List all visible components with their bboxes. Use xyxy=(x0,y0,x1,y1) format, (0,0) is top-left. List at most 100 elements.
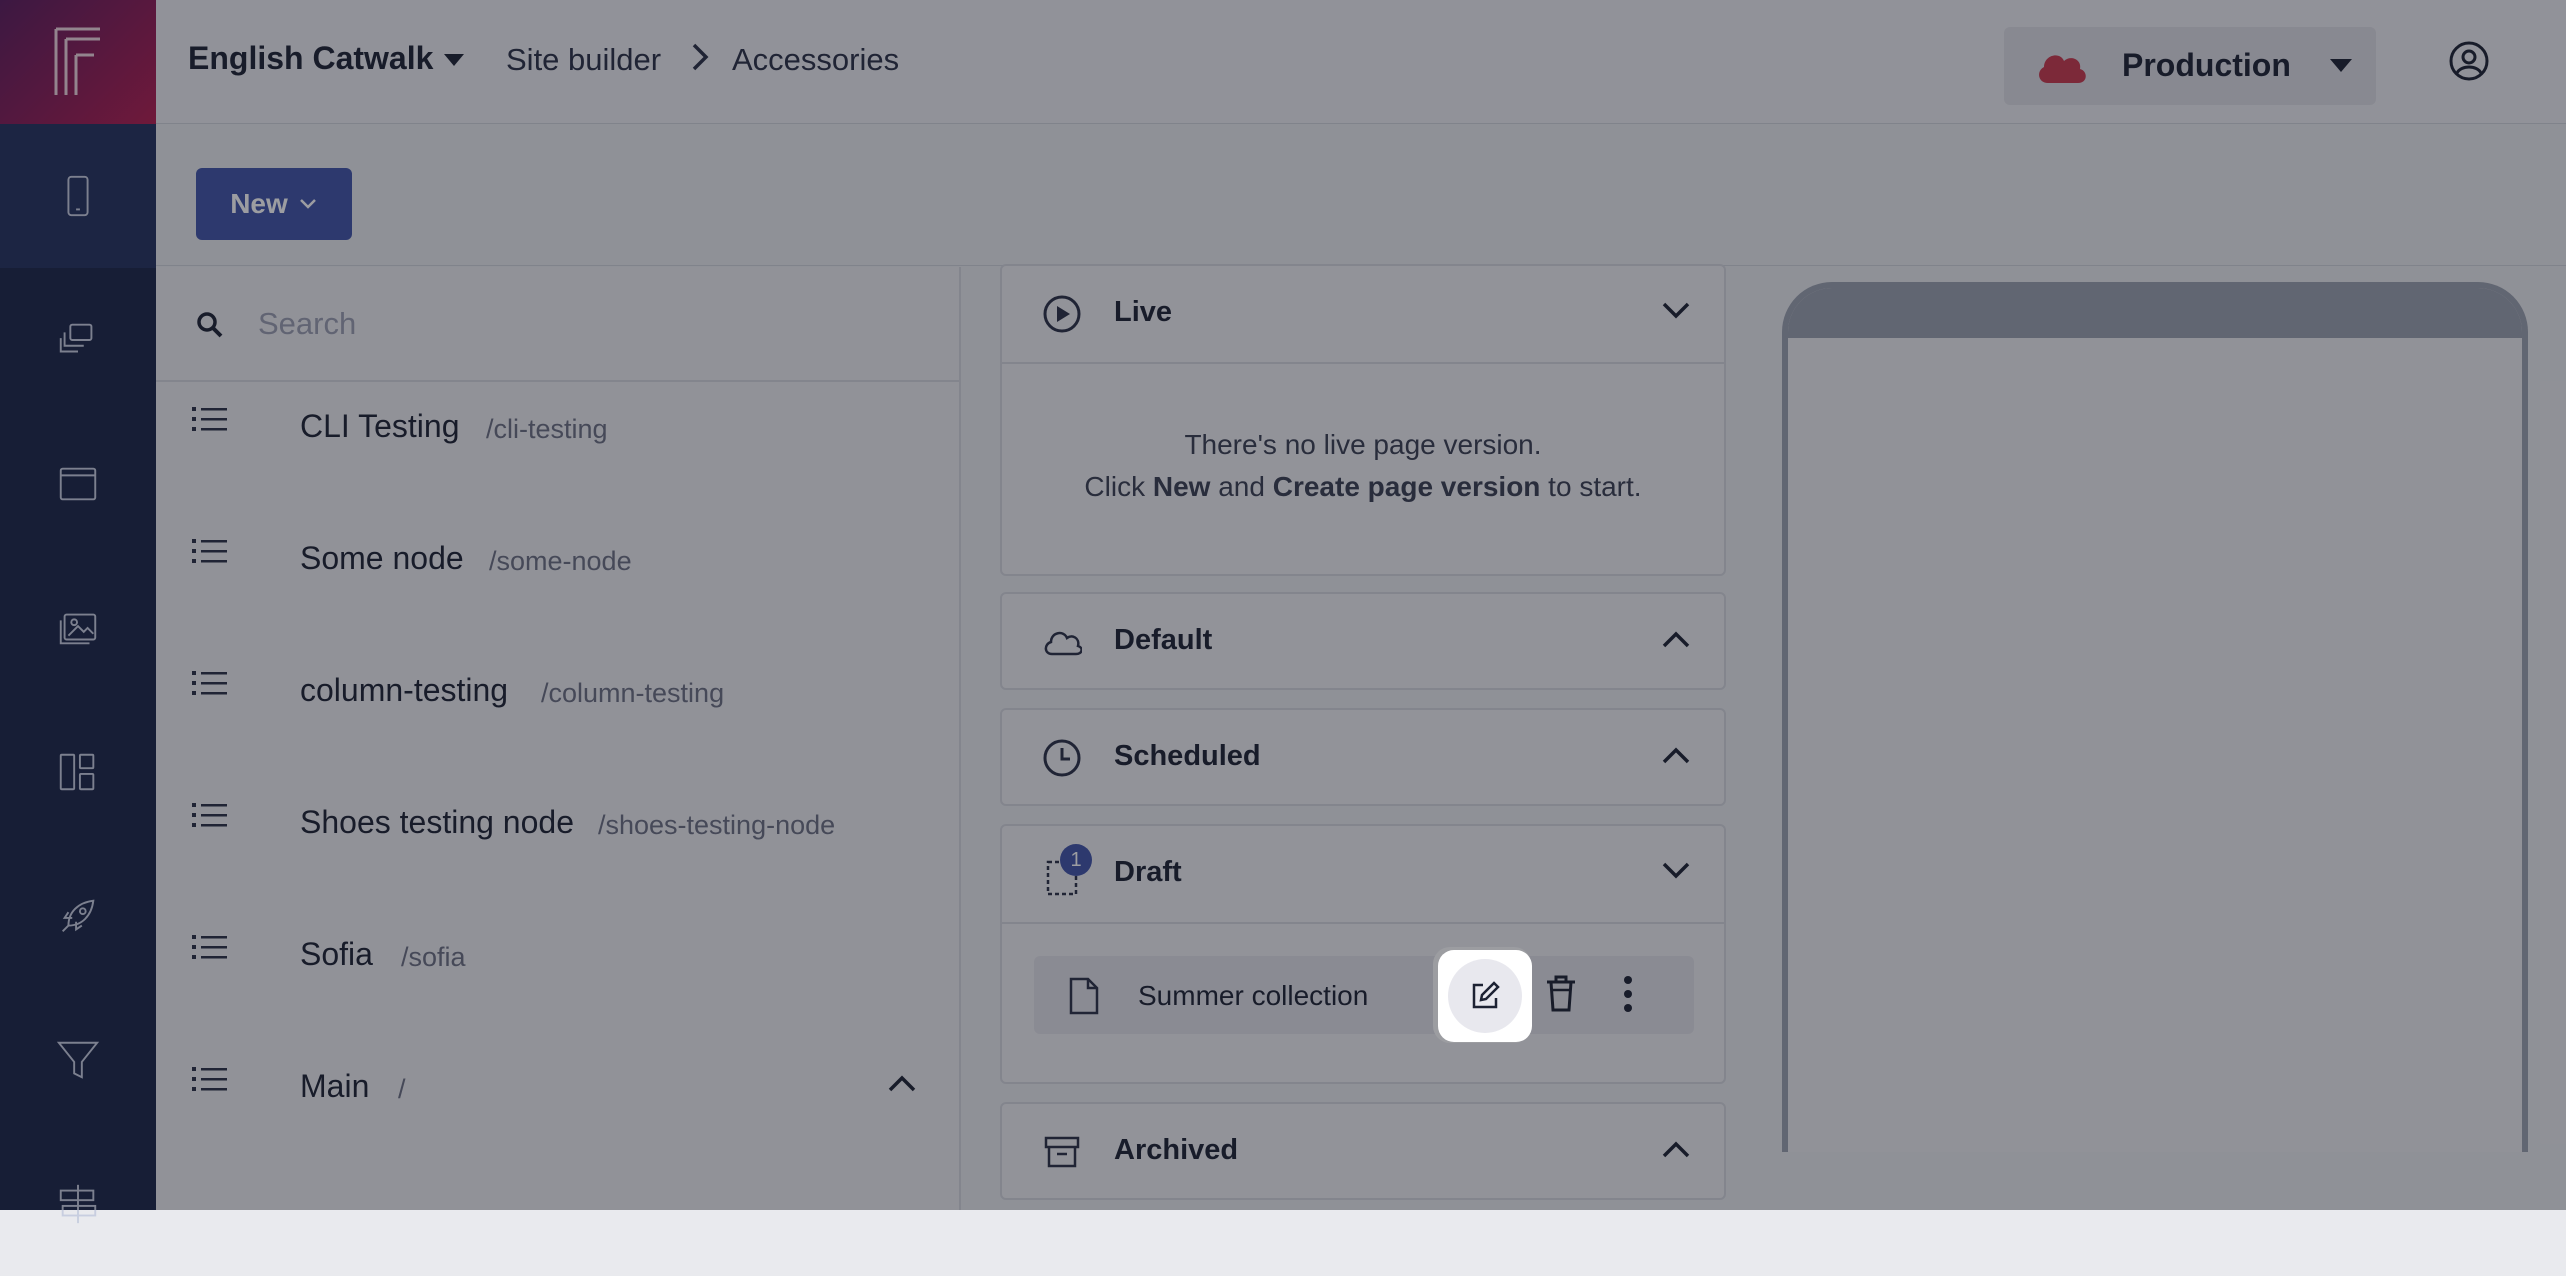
node-title: column-testing xyxy=(300,672,509,708)
tree-node[interactable]: Main / xyxy=(156,1042,959,1174)
cloud-icon xyxy=(2039,55,2086,83)
draft-version-name: Summer collection xyxy=(1138,980,1369,1011)
left-nav-rail xyxy=(0,0,156,1224)
draft-version-row[interactable]: Summer collection xyxy=(1034,950,1694,1040)
breadcrumb-site-builder[interactable]: Site builder xyxy=(506,42,661,78)
default-section: Default xyxy=(1000,592,1726,690)
chevron-up-icon[interactable] xyxy=(1660,744,1692,766)
tree-node[interactable]: CLI Testing /cli-testing xyxy=(156,382,959,514)
search-icon xyxy=(197,312,223,338)
archive-icon xyxy=(1044,1136,1080,1168)
live-empty-message: There's no live page version. Click New … xyxy=(1002,424,1724,508)
empty-line-2: Click New and Create page version to sta… xyxy=(1084,471,1642,502)
layers-icon xyxy=(59,323,93,353)
chevron-up-icon[interactable] xyxy=(886,1072,918,1094)
file-icon xyxy=(1069,977,1099,1015)
section-title: Default xyxy=(1114,624,1213,656)
chevron-right-icon xyxy=(689,40,711,82)
draft-section-header[interactable]: 1 Draft xyxy=(1002,826,1724,922)
new-button[interactable]: New xyxy=(196,168,352,240)
section-title: Scheduled xyxy=(1114,740,1261,772)
trash-icon[interactable] xyxy=(1544,974,1578,1014)
page-tree-panel: CLI Testing /cli-testing Some node /some… xyxy=(156,267,961,1210)
chevron-up-icon[interactable] xyxy=(1660,1138,1692,1160)
node-path: /sofia xyxy=(401,942,466,972)
archived-section: Archived xyxy=(1000,1102,1726,1200)
chevron-down-icon[interactable] xyxy=(1660,300,1692,322)
spotlight-inner xyxy=(1448,959,1522,1033)
rail-item-pages[interactable] xyxy=(0,124,156,268)
list-icon xyxy=(192,935,227,959)
list-icon xyxy=(192,407,227,431)
environment-selector[interactable]: Production xyxy=(2004,27,2376,105)
mobile-icon xyxy=(67,175,89,217)
breadcrumb-current: Accessories xyxy=(732,42,900,77)
draft-section: 1 Draft Summer collection xyxy=(1000,824,1726,1084)
app-logo[interactable] xyxy=(0,0,156,124)
caret-down-icon[interactable] xyxy=(444,54,464,66)
tree-node[interactable]: Shoes testing node /shoes-testing-node xyxy=(156,778,959,910)
rail-item-window[interactable] xyxy=(0,412,156,556)
tree-node[interactable]: Some node /some-node xyxy=(156,514,959,646)
caret-down-icon xyxy=(2330,59,2352,72)
play-circle-icon xyxy=(1043,295,1081,333)
live-section-header[interactable]: Live xyxy=(1002,266,1724,362)
draft-count-badge: 1 xyxy=(1060,844,1092,876)
preview-footer xyxy=(1756,1152,2566,1210)
section-title: Live xyxy=(1114,296,1173,328)
top-bar: English Catwalk Site builder Accessories… xyxy=(156,0,2566,124)
section-title: Draft xyxy=(1114,856,1182,888)
logo-icon xyxy=(54,27,100,95)
chevron-down-icon[interactable] xyxy=(1660,860,1692,882)
filter-icon xyxy=(56,1041,100,1079)
live-section: Live There's no live page version. Click… xyxy=(1000,264,1726,576)
user-account-icon[interactable] xyxy=(2448,40,2490,82)
section-title: Archived xyxy=(1114,1134,1239,1166)
scheduled-section: Scheduled xyxy=(1000,708,1726,806)
more-options-icon[interactable] xyxy=(1620,974,1636,1014)
clock-icon xyxy=(1043,739,1081,777)
empty-line-1: There's no live page version. xyxy=(1184,429,1542,460)
node-title: Some node xyxy=(300,540,464,576)
list-icon xyxy=(192,539,227,563)
rail-item-layers[interactable] xyxy=(0,268,156,412)
list-icon xyxy=(192,1067,227,1091)
chevron-down-icon xyxy=(299,199,316,209)
dashboard-icon xyxy=(59,753,95,791)
window-icon xyxy=(59,467,97,501)
node-path: / xyxy=(398,1074,406,1104)
tree-node[interactable]: column-testing /column-testing xyxy=(156,646,959,778)
images-icon xyxy=(59,613,97,645)
node-title: CLI Testing xyxy=(300,408,460,444)
scheduled-section-header[interactable]: Scheduled xyxy=(1002,710,1724,806)
rail-item-deploy[interactable] xyxy=(0,844,156,988)
tree-search xyxy=(156,267,959,382)
archived-section-header[interactable]: Archived xyxy=(1002,1104,1724,1200)
node-title: Shoes testing node xyxy=(300,804,574,840)
rocket-icon xyxy=(61,899,95,933)
toolbar: New xyxy=(156,124,2566,266)
search-input[interactable] xyxy=(256,299,916,349)
device-top-bar xyxy=(1788,288,2522,338)
node-path: /shoes-testing-node xyxy=(598,810,836,840)
chevron-up-icon[interactable] xyxy=(1660,628,1692,650)
environment-label: Production xyxy=(2122,47,2291,83)
rail-item-dashboard[interactable] xyxy=(0,700,156,844)
draft-section-body: Summer collection xyxy=(1002,922,1724,1084)
edit-button-spotlight[interactable] xyxy=(1438,950,1532,1042)
signpost-icon xyxy=(59,1184,97,1224)
live-section-body: There's no live page version. Click New … xyxy=(1002,362,1724,576)
default-section-header[interactable]: Default xyxy=(1002,594,1724,690)
app-switcher-label[interactable]: English Catwalk xyxy=(188,40,433,77)
cloud-icon xyxy=(1044,631,1082,656)
new-button-label: New xyxy=(230,188,288,219)
node-path: /some-node xyxy=(489,546,632,576)
node-title: Main xyxy=(300,1068,370,1104)
node-path: /cli-testing xyxy=(486,414,608,444)
device-preview xyxy=(1782,282,2528,1210)
rail-item-redirects[interactable] xyxy=(0,1132,156,1276)
list-icon xyxy=(192,803,227,827)
tree-node[interactable]: Sofia /sofia xyxy=(156,910,959,1042)
rail-item-media[interactable] xyxy=(0,556,156,700)
rail-item-filters[interactable] xyxy=(0,988,156,1132)
